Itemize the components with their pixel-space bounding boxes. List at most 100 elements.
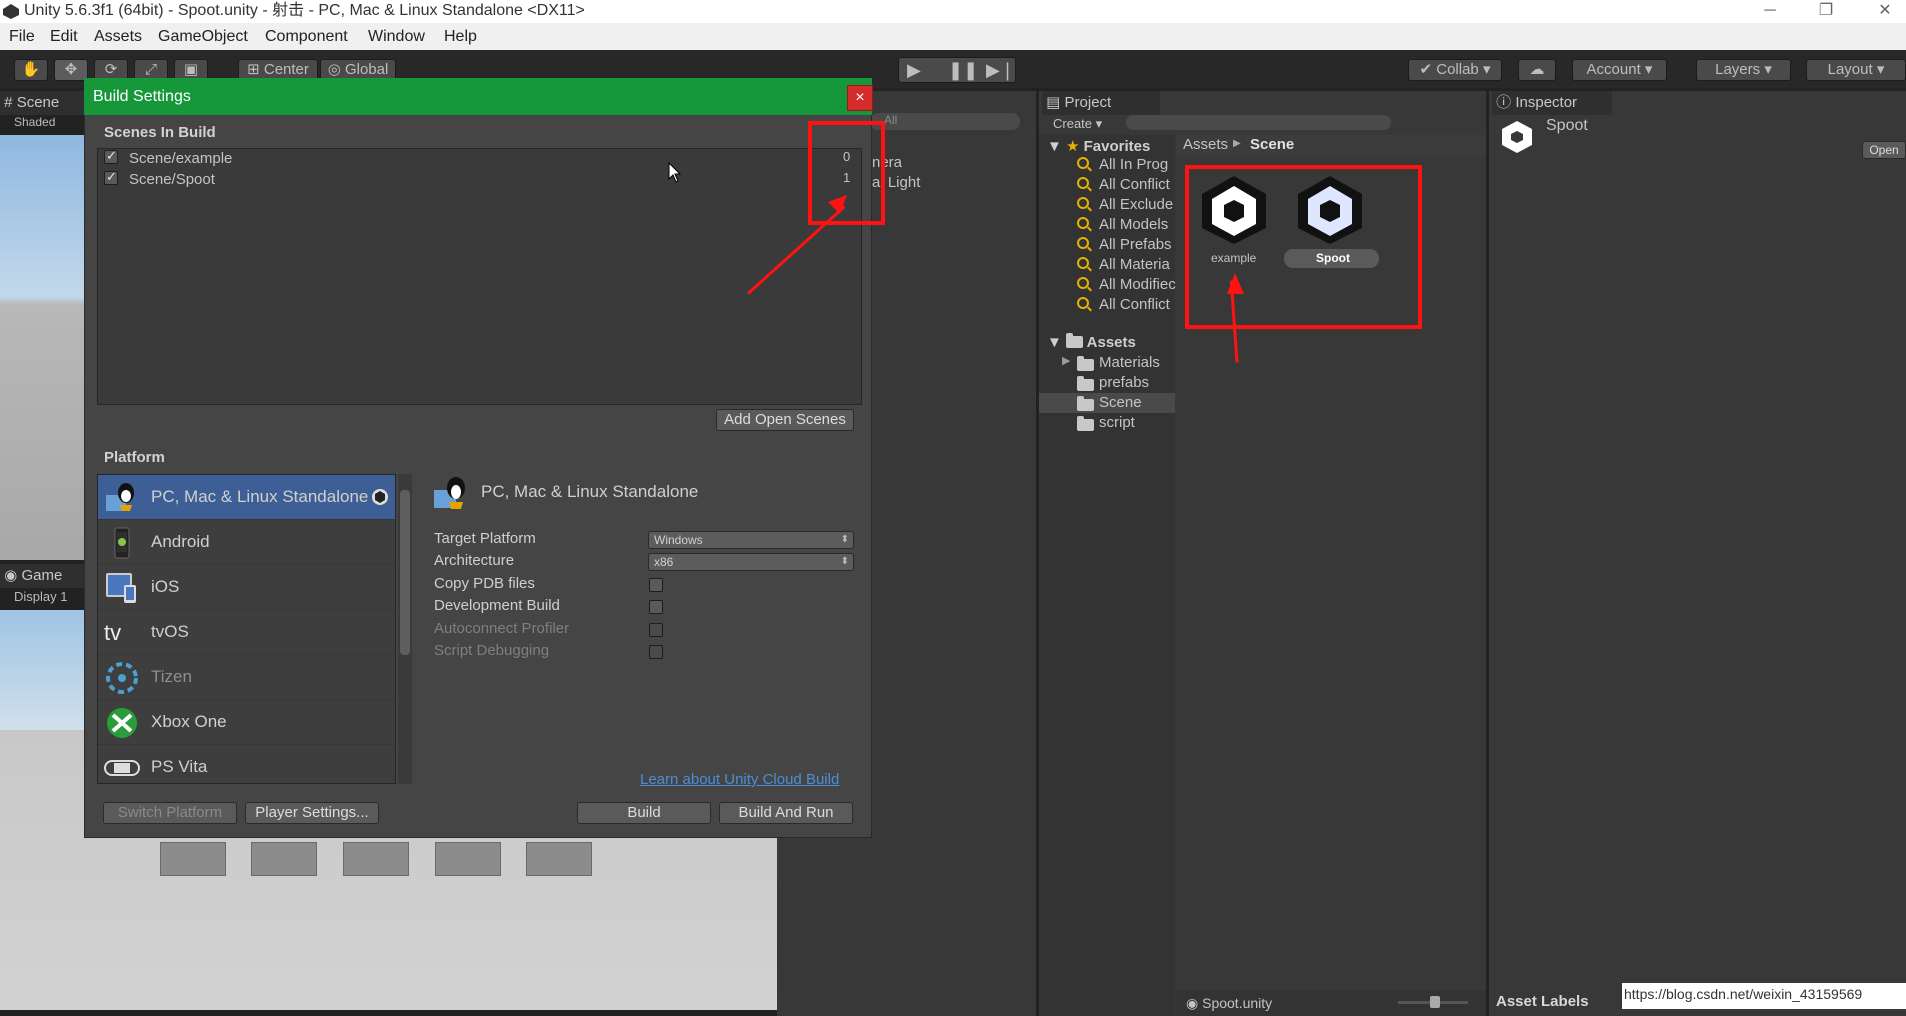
favorite-item[interactable]: All Materia xyxy=(1099,256,1170,273)
project-search[interactable] xyxy=(1126,115,1391,130)
favorite-item[interactable]: All Prefabs xyxy=(1099,236,1172,253)
folder-icon xyxy=(1077,376,1094,391)
selected-file-path: ◉ Spoot.unity xyxy=(1186,995,1273,1011)
layers-dropdown[interactable]: Layers ▾ xyxy=(1696,59,1791,81)
ios-icon xyxy=(106,573,136,603)
tab-scene[interactable]: # Scene xyxy=(0,91,84,115)
wall-block xyxy=(343,842,409,876)
tizen-icon xyxy=(106,662,138,694)
platform-item-xbox-one[interactable]: Xbox One xyxy=(98,700,395,745)
pause-icon[interactable]: ❚❚ xyxy=(948,60,978,81)
platform-item-tvos[interactable]: tv tvOS xyxy=(98,610,395,655)
close-window-icon[interactable]: ✕ xyxy=(1870,0,1900,22)
shading-mode-dropdown[interactable]: Shaded xyxy=(14,115,55,129)
breadcrumb-root[interactable]: Assets xyxy=(1183,136,1228,153)
wall-block xyxy=(435,842,501,876)
menu-edit[interactable]: Edit xyxy=(50,23,78,50)
restore-icon[interactable]: ❐ xyxy=(1811,0,1841,22)
step-icon[interactable]: ▶❘ xyxy=(986,60,1015,81)
platform-item-standalone[interactable]: PC, Mac & Linux Standalone xyxy=(98,475,395,520)
favorite-item[interactable]: All Exclude xyxy=(1099,196,1173,213)
scene-viewport[interactable] xyxy=(0,135,84,560)
platform-label: Tizen xyxy=(151,667,192,686)
star-icon: ★ xyxy=(1066,138,1080,155)
move-tool-icon[interactable]: ✥ xyxy=(54,59,88,81)
favorites-header[interactable]: ▼ ★ Favorites xyxy=(1047,137,1150,155)
platform-label: Android xyxy=(151,532,210,551)
selected-platform-title: PC, Mac & Linux Standalone xyxy=(481,482,699,501)
assets-tree-header[interactable]: ▼ Assets xyxy=(1047,333,1136,351)
cloud-build-link[interactable]: Learn about Unity Cloud Build xyxy=(640,771,839,788)
menu-window[interactable]: Window xyxy=(368,23,425,50)
menu-gameobject[interactable]: GameObject xyxy=(158,23,248,50)
favorite-item[interactable]: All Models xyxy=(1099,216,1168,233)
folder-icon xyxy=(1077,356,1094,371)
create-dropdown[interactable]: Create ▾ xyxy=(1053,116,1102,132)
platform-item-tizen[interactable]: Tizen xyxy=(98,655,395,700)
platform-item-ios[interactable]: iOS xyxy=(98,565,395,610)
architecture-dropdown[interactable]: x86 xyxy=(648,553,854,571)
hand-tool-icon[interactable]: ✋ xyxy=(14,59,48,81)
copy-pdb-label: Copy PDB files xyxy=(434,575,535,592)
platform-scrollbar[interactable] xyxy=(398,474,412,784)
folder-item-script[interactable]: script xyxy=(1099,414,1135,431)
dialog-close-button[interactable]: × xyxy=(847,85,873,111)
platform-item-android[interactable]: Android xyxy=(98,520,395,565)
menu-file[interactable]: File xyxy=(9,23,35,50)
menu-assets[interactable]: Assets xyxy=(94,23,142,50)
search-icon xyxy=(1077,217,1089,229)
add-open-scenes-button[interactable]: Add Open Scenes xyxy=(716,409,854,431)
search-icon xyxy=(1077,297,1089,309)
folder-icon xyxy=(1066,333,1084,348)
scrollbar-thumb[interactable] xyxy=(400,490,410,655)
hierarchy-search[interactable]: All xyxy=(870,113,1020,130)
search-icon xyxy=(1077,257,1089,269)
wall-block xyxy=(251,842,317,876)
tab-project[interactable]: ▤ Project xyxy=(1042,91,1160,115)
standalone-platform-icon xyxy=(106,483,134,511)
menu-component[interactable]: Component xyxy=(265,23,348,50)
create-label: Create xyxy=(1053,116,1093,131)
target-platform-dropdown[interactable]: Windows xyxy=(648,531,854,549)
build-and-run-button[interactable]: Build And Run xyxy=(719,802,853,824)
breadcrumb-current[interactable]: Scene xyxy=(1250,136,1294,153)
tab-inspector[interactable]: ⓘ Inspector xyxy=(1492,91,1612,115)
menu-bar: File Edit Assets GameObject Component Wi… xyxy=(0,23,1906,50)
folder-item-scene[interactable]: Scene xyxy=(1099,394,1142,411)
collab-button[interactable]: ✔ Collab ▾ xyxy=(1408,59,1502,81)
autoconnect-profiler-checkbox[interactable] xyxy=(649,623,663,637)
scene-checkbox[interactable] xyxy=(104,169,118,185)
development-build-checkbox[interactable] xyxy=(649,600,663,614)
favorite-item[interactable]: All Modifiec xyxy=(1099,276,1176,293)
play-icon[interactable]: ▶ xyxy=(907,60,921,81)
scene-checkbox[interactable] xyxy=(104,148,118,164)
folder-item-materials[interactable]: Materials xyxy=(1099,354,1160,371)
favorite-item[interactable]: All Conflict xyxy=(1099,176,1170,193)
scene-name[interactable]: Scene/example xyxy=(129,150,232,167)
folder-item-prefabs[interactable]: prefabs xyxy=(1099,374,1149,391)
layout-dropdown[interactable]: Layout ▾ xyxy=(1806,59,1906,81)
menu-help[interactable]: Help xyxy=(444,23,477,50)
script-debugging-checkbox[interactable] xyxy=(649,645,663,659)
switch-platform-button[interactable]: Switch Platform xyxy=(103,802,237,824)
platform-item-ps-vita[interactable]: PS Vita xyxy=(98,745,395,783)
account-label: Account xyxy=(1586,61,1641,78)
expand-arrow-icon[interactable]: ▶ xyxy=(1062,354,1070,367)
scene-name[interactable]: Scene/Spoot xyxy=(129,171,215,188)
inspector-panel xyxy=(1489,91,1906,1016)
player-settings-button[interactable]: Player Settings... xyxy=(245,802,379,824)
tab-game[interactable]: ◉ Game xyxy=(0,564,84,588)
cloud-icon[interactable]: ☁ xyxy=(1518,59,1556,81)
display-dropdown[interactable]: Display 1 xyxy=(14,589,67,604)
favorite-item[interactable]: All In Prog xyxy=(1099,156,1168,173)
slider-handle[interactable] xyxy=(1430,996,1440,1008)
copy-pdb-checkbox[interactable] xyxy=(649,578,663,592)
favorite-item[interactable]: All Conflict xyxy=(1099,296,1170,313)
account-dropdown[interactable]: Account ▾ xyxy=(1572,59,1667,81)
platform-label: PC, Mac & Linux Standalone xyxy=(151,487,369,506)
open-button[interactable]: Open xyxy=(1862,141,1906,159)
build-button[interactable]: Build xyxy=(577,802,711,824)
target-platform-label: Target Platform xyxy=(434,530,536,547)
minimize-icon[interactable]: ─ xyxy=(1755,0,1785,22)
search-icon xyxy=(1077,197,1089,209)
